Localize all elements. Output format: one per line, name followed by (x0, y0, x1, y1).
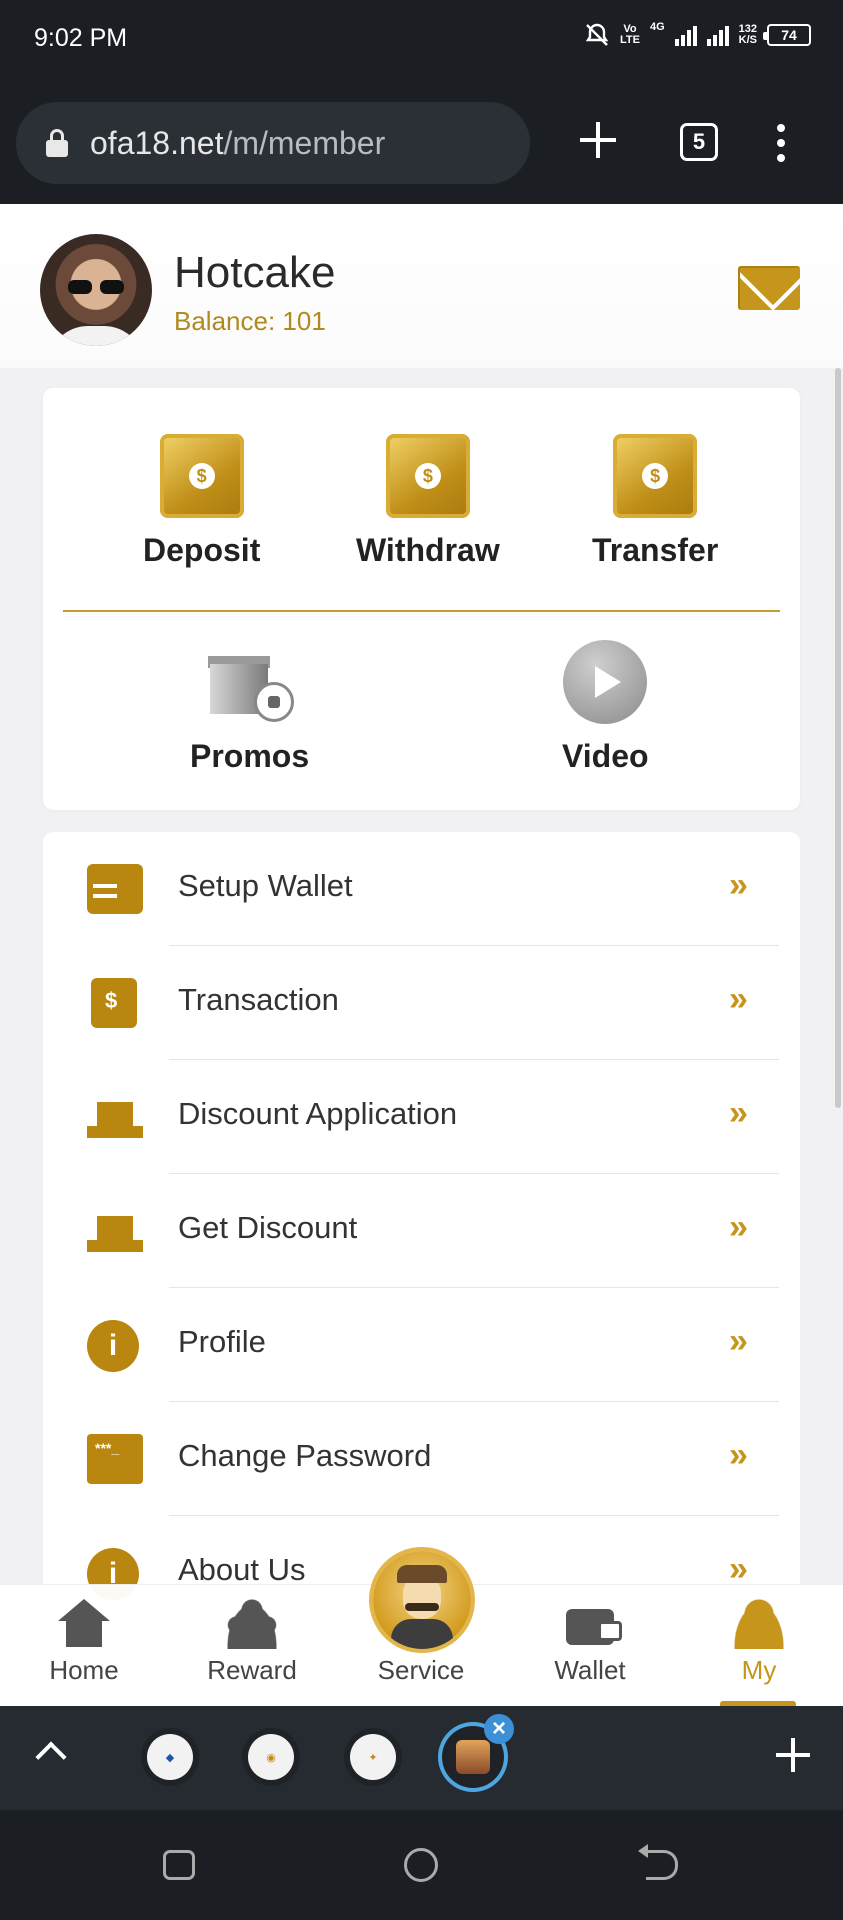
divider (63, 610, 780, 612)
info-icon: i (87, 1320, 139, 1372)
tab-favicon-3[interactable]: ✦ (350, 1734, 396, 1780)
volte-bottom: LTE (619, 34, 640, 46)
menu-label: Setup Wallet (178, 868, 353, 903)
status-time: 9:02 PM (34, 24, 128, 52)
recents-icon[interactable] (163, 1850, 195, 1880)
more-menu-icon[interactable] (776, 124, 786, 162)
chevron-double-right-icon: » (729, 1436, 748, 1474)
avatar[interactable] (40, 234, 152, 346)
speed-unit: K/S (738, 34, 757, 46)
close-icon[interactable]: × (484, 1714, 514, 1744)
nav-wallet[interactable]: Wallet (506, 1585, 674, 1707)
menu-label: Change Password (178, 1438, 432, 1473)
scrollbar[interactable] (835, 368, 841, 1108)
withdraw-label: Withdraw (356, 532, 500, 568)
tab-favicon-1[interactable]: ◆ (147, 1734, 193, 1780)
gift-hand-icon (87, 1206, 143, 1256)
promos-label: Promos (190, 738, 310, 774)
notifications-off-icon (585, 23, 609, 46)
network-gen: 4G (649, 21, 665, 33)
status-icons: Vo LTE 4G 132 K/S 74 (584, 22, 811, 48)
service-avatar-icon[interactable] (373, 1551, 471, 1649)
wallet-icon (562, 1599, 622, 1649)
deposit-label: Deposit (143, 532, 261, 568)
status-bar: 9:02 PM Vo LTE 4G 132 K/S 74 (0, 0, 843, 78)
url-domain: ofa18.net (90, 124, 224, 161)
reward-icon (224, 1599, 280, 1649)
piggy-bank-icon: $ (159, 434, 244, 518)
chevron-double-right-icon: » (729, 980, 748, 1018)
nav-label: Reward (207, 1655, 297, 1685)
battery-level: 74 (781, 27, 797, 43)
menu-label: Discount Application (178, 1096, 458, 1131)
menu-item-discount-application[interactable]: Discount Application » (43, 1060, 800, 1174)
nav-reward[interactable]: Reward (168, 1585, 336, 1707)
nav-label: My (741, 1655, 777, 1685)
hand-coin-icon: $ (385, 434, 470, 518)
quick-actions-card: $ Deposit $ Withdraw $ Transfer Promos V… (43, 388, 800, 810)
video-label: Video (562, 738, 649, 774)
menu-label: About Us (178, 1552, 306, 1587)
address-bar[interactable]: ofa18.net/m/member (16, 102, 530, 184)
new-tab-icon[interactable] (578, 120, 618, 160)
play-icon (563, 640, 648, 724)
home-button-icon[interactable] (404, 1848, 438, 1882)
volte-indicator: Vo LTE (620, 24, 640, 46)
balance: Balance: 101 (174, 306, 326, 336)
lock-icon (46, 129, 68, 157)
video-button[interactable]: Video (562, 640, 649, 775)
transfer-button[interactable]: $ Transfer (592, 434, 718, 569)
nav-label: Service (377, 1655, 465, 1685)
chevron-double-right-icon: » (729, 1094, 748, 1132)
menu-item-get-discount[interactable]: Get Discount » (43, 1174, 800, 1288)
menu-label: Profile (178, 1324, 266, 1359)
menu-item-change-password[interactable]: Change Password » (43, 1402, 800, 1516)
nav-label: Wallet (554, 1655, 626, 1685)
home-icon (56, 1599, 112, 1649)
withdraw-button[interactable]: $ Withdraw (356, 434, 500, 569)
chevron-double-right-icon: » (729, 1322, 748, 1360)
menu-item-transaction[interactable]: Transaction » (43, 946, 800, 1060)
tab-switcher-button[interactable]: 5 (680, 123, 718, 161)
nav-label: Home (49, 1655, 119, 1685)
gift-hand-icon (87, 1092, 143, 1142)
tab-strip: ◆ ◉ ✦ × (0, 1706, 843, 1810)
url-text[interactable]: ofa18.net/m/member (90, 125, 385, 162)
nav-my[interactable]: My (675, 1585, 843, 1707)
tab-favicon-2[interactable]: ◉ (248, 1734, 294, 1780)
profile-header: Hotcake Balance: 101 (0, 204, 843, 368)
chevron-up-icon[interactable] (35, 1741, 67, 1773)
nav-home[interactable]: Home (0, 1585, 168, 1707)
signal-2-icon (706, 24, 729, 46)
username: Hotcake (174, 248, 336, 297)
promos-button[interactable]: Promos (190, 640, 309, 775)
system-nav (0, 1810, 843, 1920)
deposit-button[interactable]: $ Deposit (143, 434, 260, 569)
menu-item-setup-wallet[interactable]: Setup Wallet » (43, 832, 800, 946)
chevron-double-right-icon: » (729, 1208, 748, 1246)
member-page: Hotcake Balance: 101 $ Deposit $ Withdra… (0, 204, 843, 1706)
password-screen-icon (87, 1434, 143, 1484)
battery-icon: 74 (763, 24, 811, 46)
data-speed: 132 K/S (739, 24, 757, 46)
transfer-coin-icon: $ (613, 434, 698, 518)
add-tab-icon[interactable] (776, 1738, 810, 1772)
menu-label: Get Discount (178, 1210, 358, 1245)
my-icon (731, 1599, 787, 1649)
mail-icon[interactable] (738, 266, 800, 310)
chevron-double-right-icon: » (729, 866, 748, 904)
menu-label: Transaction (178, 982, 339, 1017)
url-path: /m/member (223, 124, 386, 161)
gift-icon (207, 640, 294, 724)
signal-1-icon (674, 24, 697, 46)
transfer-label: Transfer (592, 532, 719, 568)
receipt-icon (91, 978, 137, 1028)
wallet-check-icon (87, 864, 143, 914)
back-icon[interactable] (638, 1844, 678, 1880)
menu-item-profile[interactable]: i Profile » (43, 1288, 800, 1402)
